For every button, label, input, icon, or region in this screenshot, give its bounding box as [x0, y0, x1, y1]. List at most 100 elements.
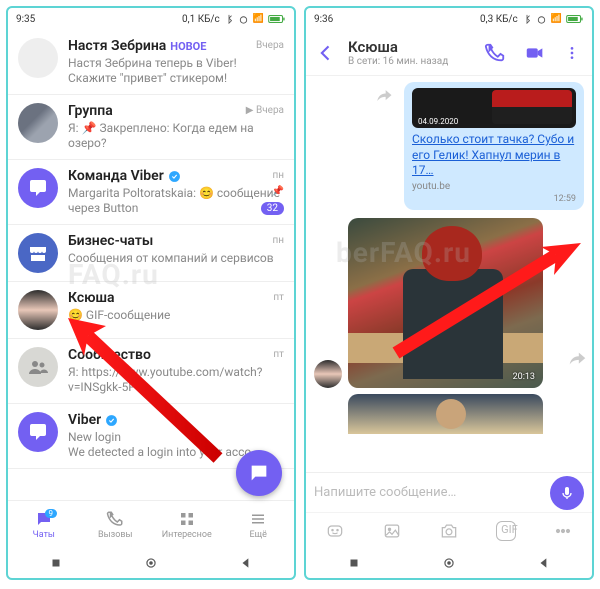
conversation-header: Ксюша В сети: 16 мин. назад: [306, 30, 592, 76]
video-call-button[interactable]: [524, 42, 546, 64]
unread-badge: 32: [261, 202, 284, 215]
nav-calls[interactable]: Вызовы: [80, 501, 152, 548]
android-nav-bar: [8, 548, 294, 578]
chat-subtitle: Margarita Poltoratskaia: 😊 сообщение чер…: [68, 186, 284, 216]
nav-label: Ещё: [250, 530, 267, 540]
back-button[interactable]: [537, 556, 551, 570]
nav-label: Вызовы: [98, 530, 132, 540]
chat-meta: пн: [272, 235, 284, 246]
nav-label: Интересное: [162, 530, 212, 540]
status-bar: 9:35 0,1 КБ/с 📶: [8, 8, 294, 30]
chat-item-nastya[interactable]: Настя Зебрина НОВОЕ Настя Зебрина теперь…: [8, 30, 294, 95]
bottom-nav: 9 Чаты Вызовы Интересное Ещё: [8, 500, 294, 548]
gif-button[interactable]: GIF: [496, 521, 516, 541]
status-net: 0,1 КБ/с: [182, 14, 220, 25]
chat-meta: пн: [272, 170, 284, 181]
chat-meta: ▶ Вчера: [246, 105, 284, 116]
avatar: [18, 412, 58, 452]
shop-icon: [26, 241, 50, 265]
link-preview: 04.09.2020: [412, 88, 576, 128]
outgoing-message[interactable]: 04.09.2020 Сколько стоит тачка? Субо и е…: [404, 82, 584, 210]
conversation-screen: 9:36 0,3 КБ/с 📶 Ксюша В сети: 16 мин. на…: [304, 6, 594, 580]
chat-subtitle: Сообщения от компаний и сервисов: [68, 251, 284, 266]
nav-label: Чаты: [33, 530, 55, 540]
chat-title: Команда Viber: [68, 168, 164, 184]
chat-icon: [248, 462, 270, 484]
chat-meta: Вчера: [256, 40, 284, 51]
avatar: [18, 168, 58, 208]
gif-message-partial[interactable]: [348, 394, 543, 434]
nav-chats[interactable]: 9 Чаты: [8, 501, 80, 548]
voice-call-button[interactable]: [484, 42, 506, 64]
chat-title: Группа: [68, 103, 113, 119]
verified-icon: [168, 170, 181, 183]
annotation-arrow: [386, 233, 586, 363]
home-button[interactable]: [442, 556, 456, 570]
message-input[interactable]: Напишите сообщение…: [314, 485, 542, 500]
annotation-arrow: [58, 308, 228, 468]
chat-meta: пт: [273, 292, 284, 303]
battery-icon: [566, 14, 584, 24]
avatar: [18, 347, 58, 387]
grid-icon: [178, 510, 196, 528]
bluetooth-icon: [224, 14, 234, 24]
preview-thumbnail: [492, 90, 572, 124]
link-title[interactable]: Сколько стоит тачка? Субо и его Гелик! Х…: [412, 132, 576, 179]
contact-info[interactable]: Ксюша В сети: 16 мин. назад: [348, 38, 470, 67]
nav-badge: 9: [45, 509, 58, 518]
voice-message-button[interactable]: [550, 476, 584, 510]
gallery-button[interactable]: [382, 521, 402, 541]
sender-avatar[interactable]: [314, 360, 342, 388]
avatar: [18, 38, 58, 78]
message-time: 12:59: [412, 194, 576, 204]
last-seen: В сети: 16 мин. назад: [348, 56, 470, 67]
menu-button[interactable]: [564, 42, 580, 64]
link-domain: youtu.be: [412, 181, 576, 192]
camera-button[interactable]: [439, 521, 459, 541]
chat-item-group[interactable]: Группа Я: 📌 Закреплено: Когда едем на оз…: [8, 95, 294, 160]
viber-icon: [26, 176, 50, 200]
contact-name: Ксюша: [348, 38, 470, 56]
recent-apps-button[interactable]: [49, 556, 63, 570]
alarm-icon: [536, 14, 547, 25]
attachment-toolbar: GIF: [306, 512, 592, 548]
arrow-left-icon: [316, 43, 336, 63]
android-nav-bar: [306, 548, 592, 578]
avatar: [18, 233, 58, 273]
sticker-button[interactable]: [325, 521, 345, 541]
new-badge: НОВОЕ: [170, 40, 206, 53]
chat-subtitle: Настя Зебрина теперь в Viber! Скажите "п…: [68, 56, 284, 86]
message-time: 20:13: [513, 372, 535, 382]
recent-apps-button[interactable]: [347, 556, 361, 570]
chats-screen: 9:35 0,1 КБ/с 📶 Настя Зебрина НОВОЕ Наст…: [6, 6, 296, 580]
chat-meta: пт: [273, 349, 284, 360]
signal-icon: 📶: [551, 14, 562, 24]
pin-icon: 📌: [272, 186, 284, 197]
bluetooth-icon: [522, 14, 532, 24]
chat-subtitle: Я: 📌 Закреплено: Когда едем на озеро?: [68, 121, 284, 151]
chat-item-business[interactable]: Бизнес-чаты Сообщения от компаний и серв…: [8, 225, 294, 282]
nav-explore[interactable]: Интересное: [151, 501, 223, 548]
phone-icon: [106, 510, 124, 528]
signal-icon: 📶: [253, 14, 264, 24]
chat-title: Ксюша: [68, 290, 115, 306]
status-bar: 9:36 0,3 КБ/с 📶: [306, 8, 592, 30]
community-icon: [26, 355, 50, 379]
forward-icon[interactable]: [374, 86, 394, 106]
back-button[interactable]: [239, 556, 253, 570]
avatar: [18, 290, 58, 330]
preview-date: 04.09.2020: [418, 117, 458, 126]
new-chat-fab[interactable]: [236, 450, 282, 496]
home-button[interactable]: [144, 556, 158, 570]
chat-title: Бизнес-чаты: [68, 233, 153, 249]
back-button[interactable]: [314, 41, 338, 65]
gif-content: [436, 399, 466, 429]
more-button[interactable]: [553, 521, 573, 541]
mic-icon: [559, 485, 575, 501]
viber-icon: [26, 420, 50, 444]
menu-icon: [249, 510, 267, 528]
avatar: [18, 103, 58, 143]
chat-item-viber-team[interactable]: Команда Viber Margarita Poltoratskaia: 😊…: [8, 160, 294, 225]
chat-title: Настя Зебрина: [68, 38, 166, 54]
nav-more[interactable]: Ещё: [223, 501, 295, 548]
